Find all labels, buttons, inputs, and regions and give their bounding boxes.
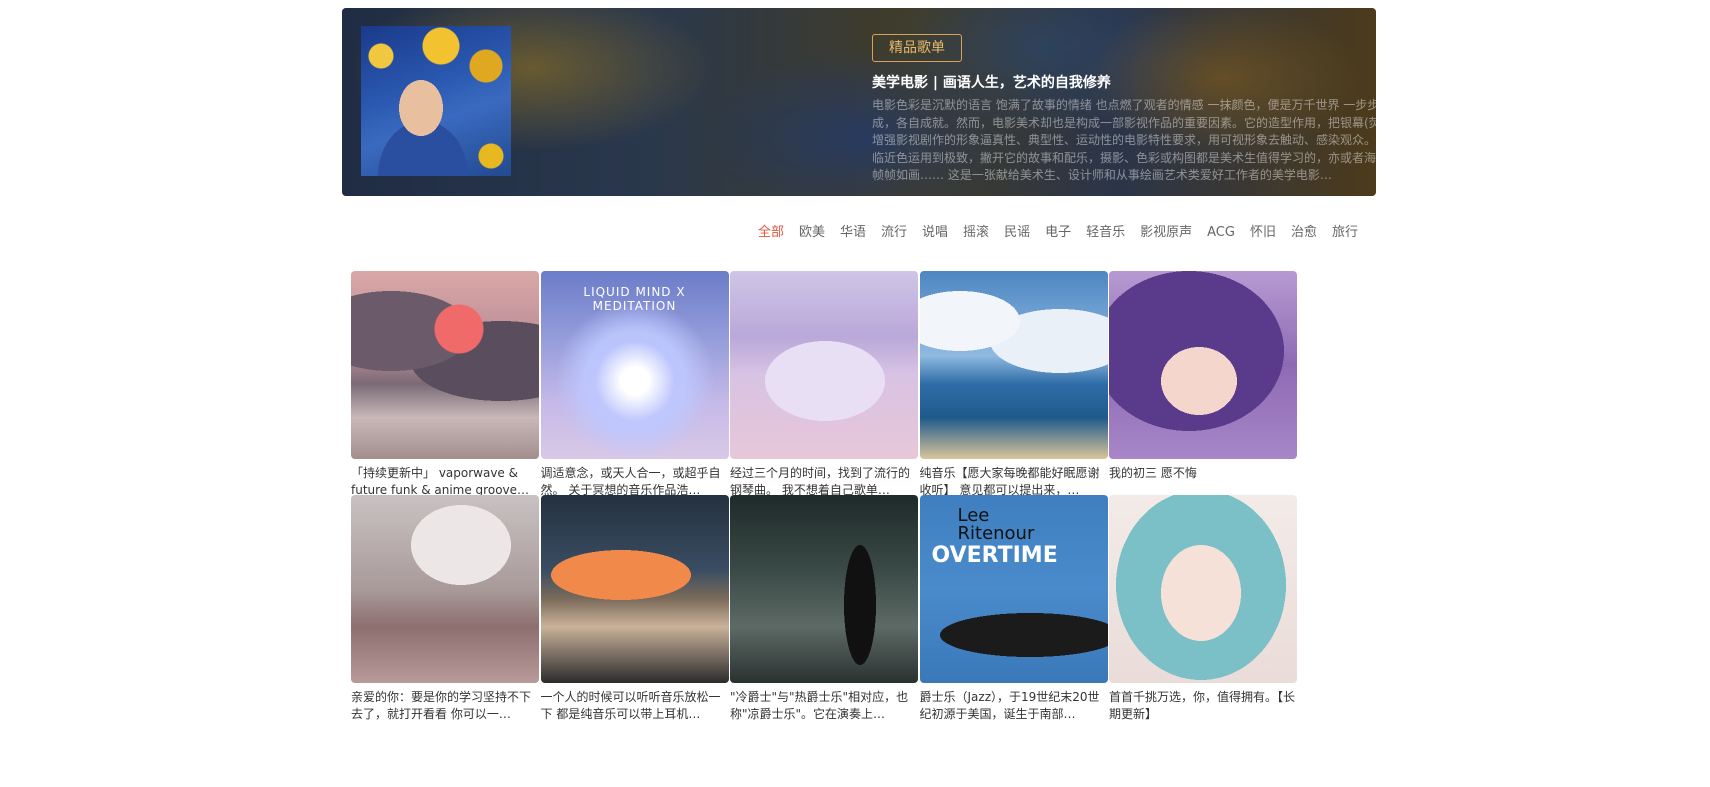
- playlist-caption[interactable]: 纯音乐【愿大家每晚都能好眠愿谢收听】 意见都可以提出来，…: [920, 465, 1108, 499]
- playlist-cover[interactable]: [1109, 495, 1297, 683]
- category-tab[interactable]: 怀旧: [1250, 224, 1276, 242]
- playlist-caption[interactable]: "冷爵士"与"热爵士乐"相对应，也称"凉爵士乐"。它在演奏上…: [730, 689, 918, 723]
- category-tab[interactable]: 全部: [758, 224, 784, 242]
- playlist-cover[interactable]: [919, 271, 1108, 459]
- playlist-caption[interactable]: 调适意念，或天人合一，或超乎自然。 关于冥想的音乐作品浩…: [541, 465, 729, 499]
- category-tab[interactable]: 说唱: [922, 224, 948, 242]
- playlist-card[interactable]: 首首千挑万选，你，值得拥有。【长期更新】: [1109, 495, 1297, 723]
- playlist-cover[interactable]: [1109, 271, 1297, 459]
- playlist-card[interactable]: LIQUID MIND X MEDITATION 调适意念，或天人合一，或超乎自然…: [540, 271, 729, 499]
- playlist-cover[interactable]: [351, 271, 539, 459]
- playlist-cover[interactable]: [351, 495, 539, 683]
- playlist-card[interactable]: 亲爱的你：要是你的学习坚持不下去了，就打开看看 你可以一…: [351, 495, 539, 723]
- category-tab[interactable]: 华语: [840, 224, 866, 242]
- playlist-cover[interactable]: [730, 495, 918, 683]
- playlist-card[interactable]: 一个人的时候可以听听音乐放松一下 都是纯音乐可以带上耳机…: [540, 495, 729, 723]
- cover-art-text: Lee Ritenour OVERTIME: [932, 507, 1058, 569]
- playlist-cover[interactable]: Lee Ritenour OVERTIME: [919, 495, 1108, 683]
- category-tab[interactable]: 影视原声: [1140, 224, 1192, 242]
- playlist-caption[interactable]: 我的初三 愿不悔: [1109, 465, 1297, 499]
- category-nav: 全部 欧美 华语 流行 说唱 摇滚 民谣 电子 轻音乐 影视原声 ACG 怀旧 治愈 旅行: [758, 224, 1358, 242]
- playlist-card[interactable]: 「持续更新中」 vaporwave & future funk & anime …: [351, 271, 539, 499]
- category-tab[interactable]: 电子: [1045, 224, 1071, 242]
- category-tab[interactable]: 摇滚: [963, 224, 989, 242]
- playlist-cover[interactable]: [540, 495, 729, 683]
- playlist-cover[interactable]: [730, 271, 918, 459]
- playlist-caption[interactable]: 一个人的时候可以听听音乐放松一下 都是纯音乐可以带上耳机…: [541, 689, 729, 723]
- playlist-caption[interactable]: 爵士乐（Jazz），于19世纪末20世纪初源于美国，诞生于南部…: [920, 689, 1108, 723]
- featured-playlist-description: 电影色彩是沉默的语言 饱满了故事的情绪 也点燃了观者的情感 一抹颜色，便是万千世…: [872, 98, 1376, 182]
- playlist-caption[interactable]: 经过三个月的时间，找到了流行的钢琴曲。 我不想着自己歌单…: [730, 465, 918, 499]
- playlist-card[interactable]: 经过三个月的时间，找到了流行的钢琴曲。 我不想着自己歌单…: [730, 271, 918, 499]
- category-tab[interactable]: ACG: [1207, 224, 1235, 242]
- playlist-card[interactable]: "冷爵士"与"热爵士乐"相对应，也称"凉爵士乐"。它在演奏上…: [730, 495, 918, 723]
- category-tab[interactable]: 流行: [881, 224, 907, 242]
- cover-art-text: LIQUID MIND X MEDITATION: [583, 285, 686, 313]
- category-tab[interactable]: 民谣: [1004, 224, 1030, 242]
- featured-playlist-cover[interactable]: [361, 26, 511, 176]
- premium-playlist-tag[interactable]: 精品歌单: [872, 34, 962, 62]
- playlist-caption[interactable]: 「持续更新中」 vaporwave & future funk & anime …: [351, 465, 539, 499]
- playlist-caption[interactable]: 首首千挑万选，你，值得拥有。【长期更新】: [1109, 689, 1297, 723]
- featured-playlist-title[interactable]: 美学电影 | 画语人生，艺术的自我修养: [872, 74, 1111, 92]
- category-tab[interactable]: 轻音乐: [1086, 224, 1125, 242]
- category-tab[interactable]: 治愈: [1291, 224, 1317, 242]
- cover-art-line: Ritenour: [957, 523, 1035, 544]
- featured-playlist-banner[interactable]: 精品歌单 美学电影 | 画语人生，艺术的自我修养 电影色彩是沉默的语言 饱满了故…: [342, 8, 1376, 196]
- category-tab[interactable]: 旅行: [1332, 224, 1358, 242]
- playlist-cover[interactable]: LIQUID MIND X MEDITATION: [540, 271, 729, 459]
- category-tab[interactable]: 欧美: [799, 224, 825, 242]
- playlist-card[interactable]: 纯音乐【愿大家每晚都能好眠愿谢收听】 意见都可以提出来，…: [919, 271, 1108, 499]
- playlist-card[interactable]: Lee Ritenour OVERTIME 爵士乐（Jazz），于19世纪末20世纪初…: [919, 495, 1108, 723]
- playlist-card[interactable]: 我的初三 愿不悔: [1109, 271, 1297, 499]
- cover-art-line: OVERTIME: [931, 543, 1058, 568]
- playlist-caption[interactable]: 亲爱的你：要是你的学习坚持不下去了，就打开看看 你可以一…: [351, 689, 539, 723]
